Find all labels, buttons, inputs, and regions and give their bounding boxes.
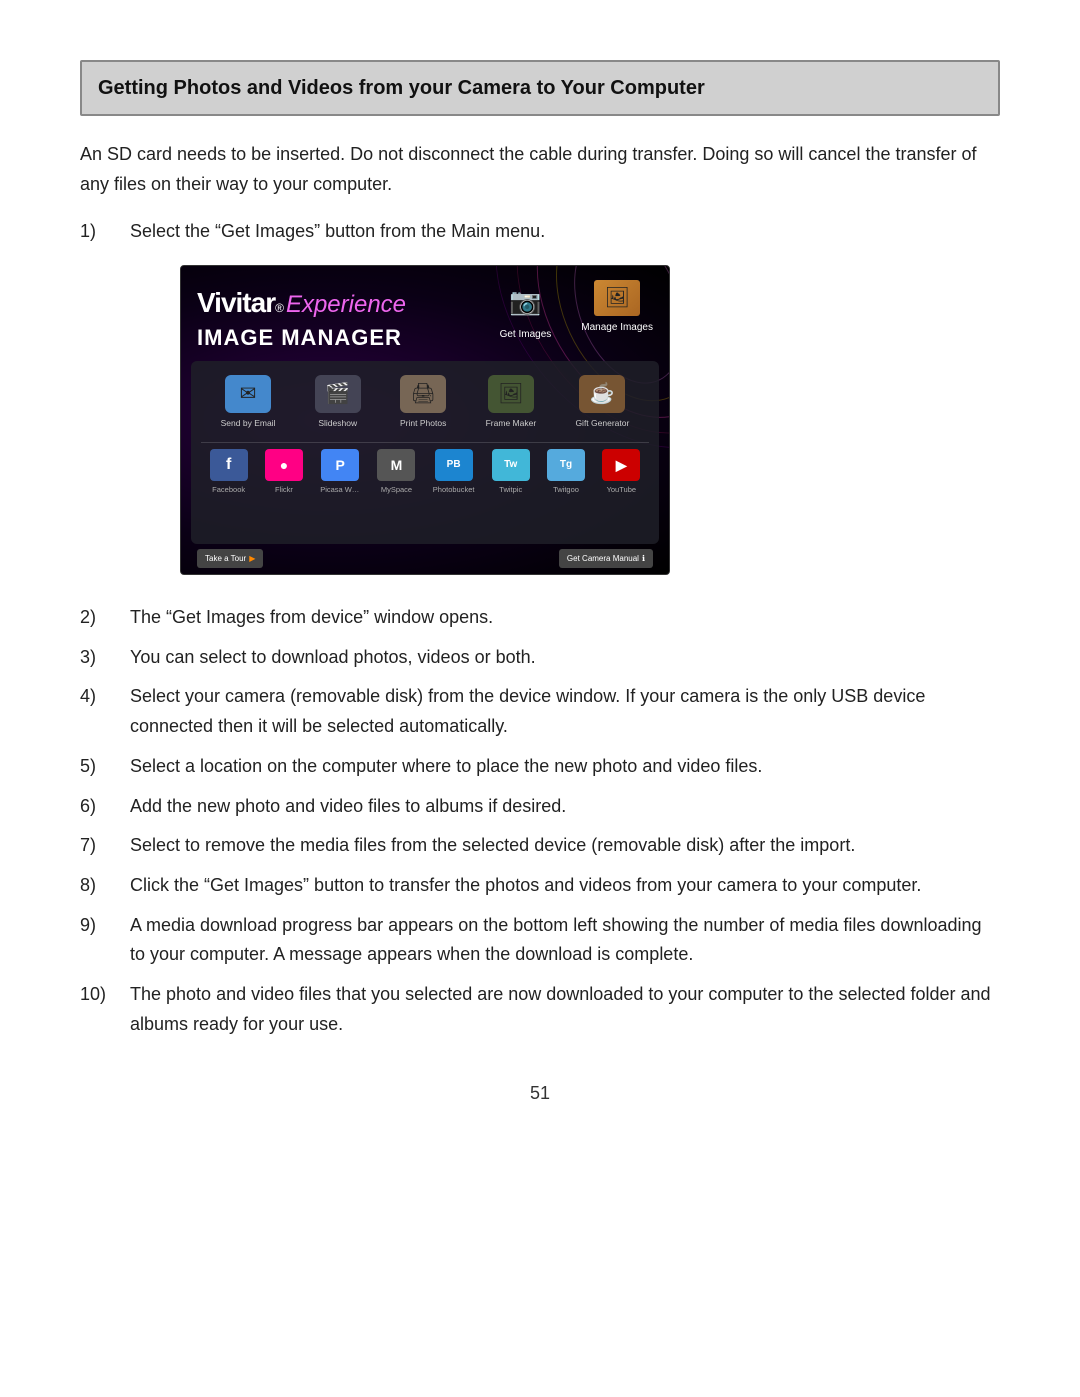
play-icon: ▶ — [249, 552, 255, 565]
step-3-num: 3) — [80, 643, 130, 673]
step-10-content: The photo and video files that you selec… — [130, 980, 1000, 1039]
app-icon-row: ✉ Send by Email 🎬 Slideshow 🖨 Print Phot… — [201, 371, 649, 434]
frame-maker-label: Frame Maker — [486, 416, 537, 430]
gift-generator-label: Gift Generator — [575, 416, 629, 430]
step-5-num: 5) — [80, 752, 130, 782]
step-9-content: A media download progress bar appears on… — [130, 911, 1000, 970]
send-by-email-label: Send by Email — [221, 416, 276, 430]
vivitar-italic-text: Experience — [286, 285, 406, 325]
step-2-num: 2) — [80, 603, 130, 633]
step-2-content: The “Get Images from device” window open… — [130, 603, 1000, 633]
flickr-icon: ● Flickr — [265, 449, 303, 496]
bottom-bar: Take a Tour ▶ Get Camera Manual ℹ — [197, 549, 653, 568]
get-images-label: Get Images — [500, 327, 552, 344]
step-4: 4) Select your camera (removable disk) f… — [80, 682, 1000, 741]
step-10: 10) The photo and video files that you s… — [80, 980, 1000, 1039]
step-9-num: 9) — [80, 911, 130, 941]
get-images-icon: 📷 Get Images — [500, 280, 552, 343]
manage-images-label: Manage Images — [581, 320, 653, 337]
screenshot-container: Vivitar ® Experience IMAGE MANAGER 📷 Get… — [180, 265, 670, 575]
inner-panel: ✉ Send by Email 🎬 Slideshow 🖨 Print Phot… — [191, 361, 659, 544]
tour-button[interactable]: Take a Tour ▶ — [197, 549, 263, 568]
step-6-content: Add the new photo and video files to alb… — [130, 792, 1000, 822]
step-5-content: Select a location on the computer where … — [130, 752, 1000, 782]
vivitar-bold-text: Vivitar — [197, 280, 275, 326]
twitpic-icon: Tw Twitpic — [492, 449, 530, 496]
slideshow-icon: 🎬 Slideshow — [315, 375, 361, 430]
manual-button[interactable]: Get Camera Manual ℹ — [559, 549, 653, 568]
manual-button-label: Get Camera Manual — [567, 552, 639, 565]
myspace-label: MySpace — [381, 484, 412, 496]
step-8-num: 8) — [80, 871, 130, 901]
frame-maker-icon: 🖼 Frame Maker — [486, 375, 537, 430]
step-5: 5) Select a location on the computer whe… — [80, 752, 1000, 782]
step-1-text: Select the “Get Images” button from the … — [130, 221, 545, 241]
step-7-num: 7) — [80, 831, 130, 861]
intro-paragraph: An SD card needs to be inserted. Do not … — [80, 140, 1000, 199]
step-8-content: Click the “Get Images” button to transfe… — [130, 871, 1000, 901]
step-8: 8) Click the “Get Images” button to tran… — [80, 871, 1000, 901]
facebook-icon: f Facebook — [210, 449, 248, 496]
manage-images-icon: 🖼 Manage Images — [581, 280, 653, 337]
slideshow-label: Slideshow — [318, 416, 357, 430]
top-icons: 📷 Get Images 🖼 Manage Images — [500, 280, 653, 343]
step-2: 2) The “Get Images from device” window o… — [80, 603, 1000, 633]
photobucket-icon: PB Photobucket — [433, 449, 475, 496]
info-icon: ℹ — [642, 552, 645, 565]
step-6: 6) Add the new photo and video files to … — [80, 792, 1000, 822]
facebook-label: Facebook — [212, 484, 245, 496]
step-3: 3) You can select to download photos, vi… — [80, 643, 1000, 673]
step-7-content: Select to remove the media files from th… — [130, 831, 1000, 861]
step-4-num: 4) — [80, 682, 130, 712]
send-by-email-icon: ✉ Send by Email — [221, 375, 276, 430]
step-1-num: 1) — [80, 217, 130, 247]
step-6-num: 6) — [80, 792, 130, 822]
vivitar-registered: ® — [275, 299, 284, 319]
step-4-content: Select your camera (removable disk) from… — [130, 682, 1000, 741]
print-photos-icon: 🖨 Print Photos — [400, 375, 446, 430]
tour-button-label: Take a Tour — [205, 552, 246, 565]
twitgoo-icon: Tg Twitgoo — [547, 449, 585, 496]
youtube-icon: ▶ YouTube — [602, 449, 640, 496]
step-1: 1) Select the “Get Images” button from t… — [80, 217, 1000, 593]
step-10-num: 10) — [80, 980, 130, 1010]
section-title: Getting Photos and Videos from your Came… — [98, 77, 705, 99]
picasa-icon: P Picasa Web Albums — [320, 449, 360, 496]
gift-generator-icon: ☕ Gift Generator — [575, 375, 629, 430]
flickr-label: Flickr — [275, 484, 293, 496]
panel-divider — [201, 442, 649, 443]
picasa-label: Picasa Web Albums — [320, 484, 360, 496]
youtube-label: YouTube — [607, 484, 636, 496]
twitgoo-label: Twitgoo — [553, 484, 579, 496]
step-9: 9) A media download progress bar appears… — [80, 911, 1000, 970]
twitpic-label: Twitpic — [499, 484, 522, 496]
social-icon-row: f Facebook ● Flickr P Picasa Web Albums — [201, 445, 649, 500]
print-photos-label: Print Photos — [400, 416, 446, 430]
step-7: 7) Select to remove the media files from… — [80, 831, 1000, 861]
vivitar-screenshot: Vivitar ® Experience IMAGE MANAGER 📷 Get… — [180, 265, 670, 575]
page-number: 51 — [80, 1079, 1000, 1108]
step-3-content: You can select to download photos, video… — [130, 643, 1000, 673]
photobucket-label: Photobucket — [433, 484, 475, 496]
section-header: Getting Photos and Videos from your Came… — [80, 60, 1000, 116]
steps-list: 1) Select the “Get Images” button from t… — [80, 217, 1000, 1039]
myspace-icon: M MySpace — [377, 449, 415, 496]
